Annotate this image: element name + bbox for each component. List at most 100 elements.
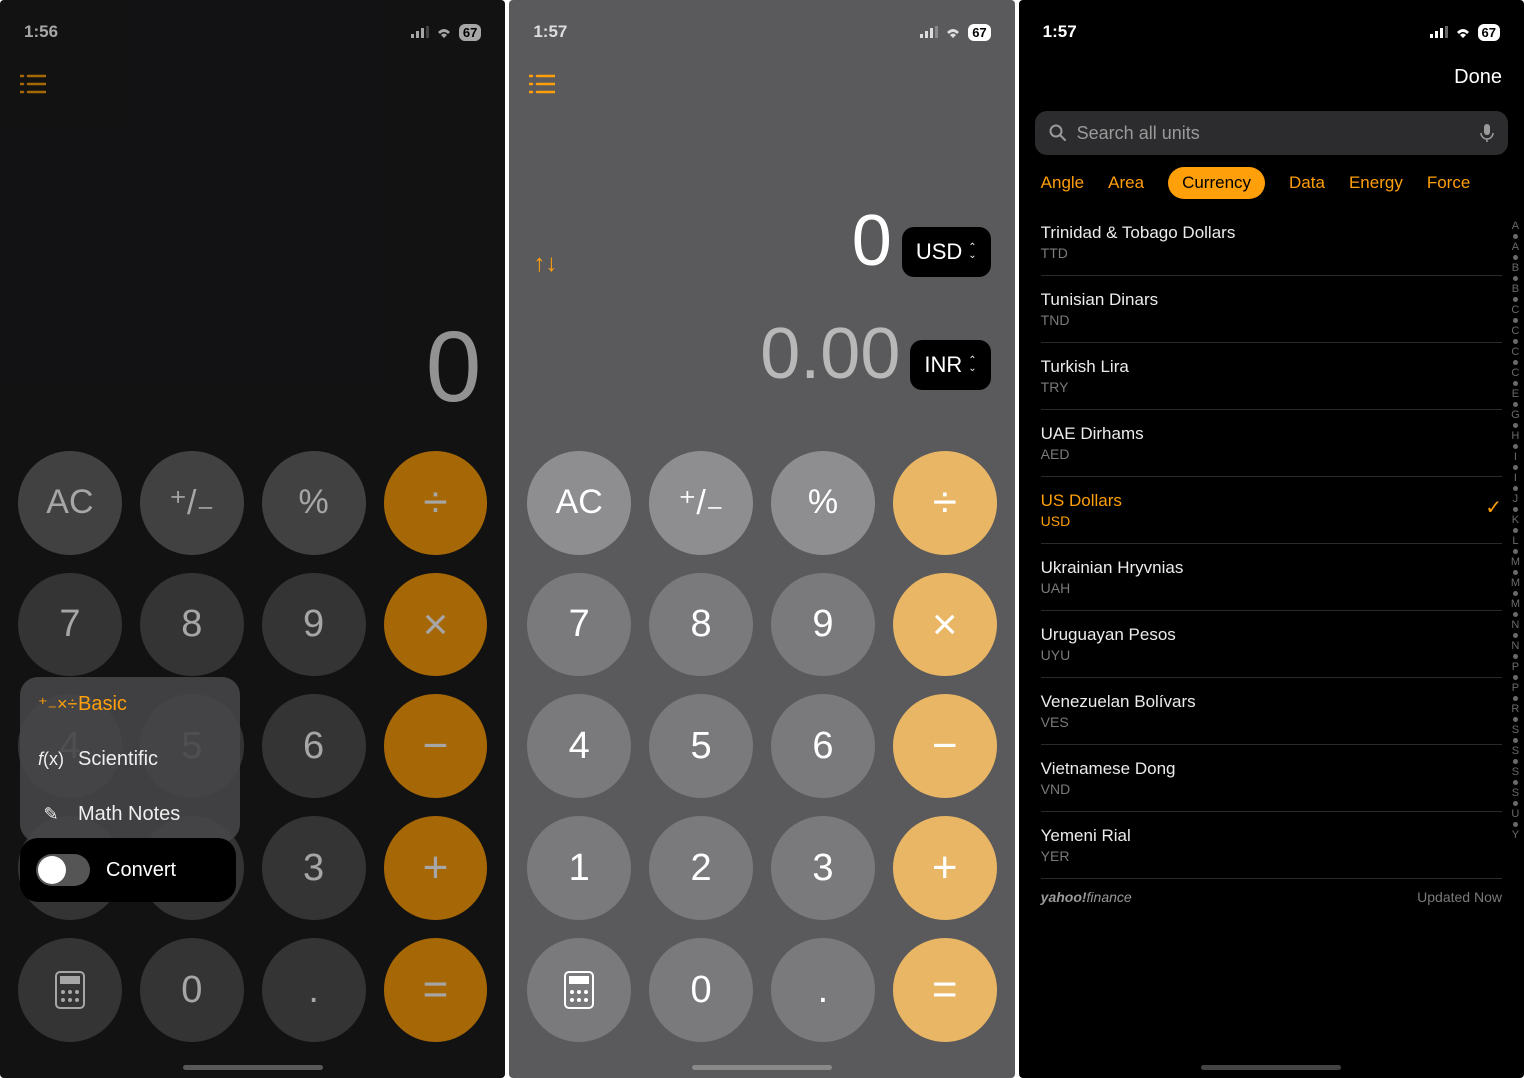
index-letter[interactable]: S bbox=[1512, 724, 1519, 736]
index-letter[interactable]: I bbox=[1514, 451, 1517, 463]
mode-math-notes[interactable]: ✎ Math Notes bbox=[20, 787, 240, 842]
key-multiply[interactable]: × bbox=[893, 573, 997, 677]
key-decimal[interactable]: . bbox=[262, 938, 366, 1042]
key-3[interactable]: 3 bbox=[771, 816, 875, 920]
index-letter[interactable]: C bbox=[1511, 325, 1519, 337]
key-8[interactable]: 8 bbox=[140, 573, 244, 677]
unit-row[interactable]: Venezuelan BolívarsVES bbox=[1041, 678, 1502, 745]
home-indicator[interactable] bbox=[183, 1065, 323, 1070]
index-letter[interactable]: C bbox=[1511, 367, 1519, 379]
index-letter[interactable]: A bbox=[1512, 241, 1519, 253]
key-6[interactable]: 6 bbox=[262, 694, 366, 798]
mode-basic[interactable]: ⁺₋×÷ Basic bbox=[20, 677, 240, 732]
key-equals[interactable]: = bbox=[384, 938, 488, 1042]
unit-row[interactable]: US DollarsUSD bbox=[1041, 477, 1502, 544]
key-calc-icon[interactable] bbox=[527, 938, 631, 1042]
key-decimal[interactable]: . bbox=[771, 938, 875, 1042]
index-letter[interactable]: S bbox=[1512, 766, 1519, 778]
index-letter[interactable]: L bbox=[1512, 535, 1518, 547]
unit-row[interactable]: UAE DirhamsAED bbox=[1041, 410, 1502, 477]
index-letter[interactable]: S bbox=[1512, 787, 1519, 799]
key-7[interactable]: 7 bbox=[18, 573, 122, 677]
tab-force[interactable]: Force bbox=[1427, 173, 1470, 193]
index-letter[interactable]: Y bbox=[1512, 829, 1519, 841]
history-icon[interactable] bbox=[20, 74, 46, 99]
mic-icon[interactable] bbox=[1480, 123, 1494, 143]
search-input[interactable]: Search all units bbox=[1035, 111, 1508, 155]
key-multiply[interactable]: × bbox=[384, 573, 488, 677]
index-letter[interactable]: C bbox=[1511, 346, 1519, 358]
index-letter[interactable]: N bbox=[1511, 619, 1519, 631]
key-subtract[interactable]: − bbox=[893, 694, 997, 798]
unit-list[interactable]: Trinidad & Tobago DollarsTTDTunisian Din… bbox=[1019, 209, 1524, 879]
key-calc-icon[interactable] bbox=[18, 938, 122, 1042]
key-divide[interactable]: ÷ bbox=[893, 451, 997, 555]
index-letter[interactable]: B bbox=[1512, 262, 1519, 274]
index-letter[interactable]: N bbox=[1511, 640, 1519, 652]
home-indicator[interactable] bbox=[1201, 1065, 1341, 1070]
key-percent[interactable]: % bbox=[262, 451, 366, 555]
key-sign[interactable]: ⁺/₋ bbox=[649, 451, 753, 555]
category-tabs[interactable]: Angle Area Currency Data Energy Force bbox=[1019, 167, 1524, 209]
unit-row[interactable]: Yemeni RialYER bbox=[1041, 812, 1502, 879]
convert-toggle-row[interactable]: Convert bbox=[20, 838, 236, 902]
unit-row[interactable]: Vietnamese DongVND bbox=[1041, 745, 1502, 812]
index-letter[interactable]: C bbox=[1511, 304, 1519, 316]
index-letter[interactable]: K bbox=[1512, 514, 1519, 526]
key-percent[interactable]: % bbox=[771, 451, 875, 555]
tab-energy[interactable]: Energy bbox=[1349, 173, 1403, 193]
index-letter[interactable]: I bbox=[1514, 472, 1517, 484]
unit-row[interactable]: Ukrainian HryvniasUAH bbox=[1041, 544, 1502, 611]
key-subtract[interactable]: − bbox=[384, 694, 488, 798]
key-5[interactable]: 5 bbox=[649, 694, 753, 798]
key-2[interactable]: 2 bbox=[649, 816, 753, 920]
key-ac[interactable]: AC bbox=[527, 451, 631, 555]
key-add[interactable]: + bbox=[893, 816, 997, 920]
from-currency-selector[interactable]: USD ⌃⌄ bbox=[902, 227, 991, 277]
unit-row[interactable]: Trinidad & Tobago DollarsTTD bbox=[1041, 209, 1502, 276]
done-button[interactable]: Done bbox=[1454, 66, 1502, 89]
mode-scientific[interactable]: f(x) Scientific bbox=[20, 732, 240, 787]
key-add[interactable]: + bbox=[384, 816, 488, 920]
tab-data[interactable]: Data bbox=[1289, 173, 1325, 193]
index-letter[interactable]: H bbox=[1511, 430, 1519, 442]
index-letter[interactable]: P bbox=[1512, 682, 1519, 694]
index-letter[interactable]: M bbox=[1511, 556, 1520, 568]
key-0[interactable]: 0 bbox=[140, 938, 244, 1042]
index-letter[interactable]: G bbox=[1511, 409, 1520, 421]
key-4[interactable]: 4 bbox=[527, 694, 631, 798]
key-ac[interactable]: AC bbox=[18, 451, 122, 555]
tab-angle[interactable]: Angle bbox=[1041, 173, 1084, 193]
key-1[interactable]: 1 bbox=[527, 816, 631, 920]
index-letter[interactable]: J bbox=[1513, 493, 1519, 505]
unit-row[interactable]: Tunisian DinarsTND bbox=[1041, 276, 1502, 343]
index-letter[interactable]: R bbox=[1511, 703, 1519, 715]
key-6[interactable]: 6 bbox=[771, 694, 875, 798]
index-letter[interactable]: P bbox=[1512, 661, 1519, 673]
index-letter[interactable]: B bbox=[1512, 283, 1519, 295]
to-currency-selector[interactable]: INR ⌃⌄ bbox=[910, 340, 990, 390]
index-letter[interactable]: S bbox=[1512, 745, 1519, 757]
key-divide[interactable]: ÷ bbox=[384, 451, 488, 555]
index-letter[interactable]: M bbox=[1511, 577, 1520, 589]
index-letter[interactable]: E bbox=[1512, 388, 1519, 400]
key-9[interactable]: 9 bbox=[262, 573, 366, 677]
index-letter[interactable]: U bbox=[1511, 808, 1519, 820]
history-icon[interactable] bbox=[529, 74, 555, 99]
key-8[interactable]: 8 bbox=[649, 573, 753, 677]
key-equals[interactable]: = bbox=[893, 938, 997, 1042]
unit-row[interactable]: Uruguayan PesosUYU bbox=[1041, 611, 1502, 678]
toggle-switch[interactable] bbox=[36, 854, 90, 886]
key-3[interactable]: 3 bbox=[262, 816, 366, 920]
alpha-index[interactable]: AABBCCCCEGHIIJKLMMMNNPPRSSSSUY bbox=[1511, 220, 1520, 841]
key-9[interactable]: 9 bbox=[771, 573, 875, 677]
index-letter[interactable]: M bbox=[1511, 598, 1520, 610]
unit-row[interactable]: Turkish LiraTRY bbox=[1041, 343, 1502, 410]
tab-currency[interactable]: Currency bbox=[1168, 167, 1265, 199]
index-letter[interactable]: A bbox=[1512, 220, 1519, 232]
home-indicator[interactable] bbox=[692, 1065, 832, 1070]
tab-area[interactable]: Area bbox=[1108, 173, 1144, 193]
key-7[interactable]: 7 bbox=[527, 573, 631, 677]
key-0[interactable]: 0 bbox=[649, 938, 753, 1042]
key-sign[interactable]: ⁺/₋ bbox=[140, 451, 244, 555]
